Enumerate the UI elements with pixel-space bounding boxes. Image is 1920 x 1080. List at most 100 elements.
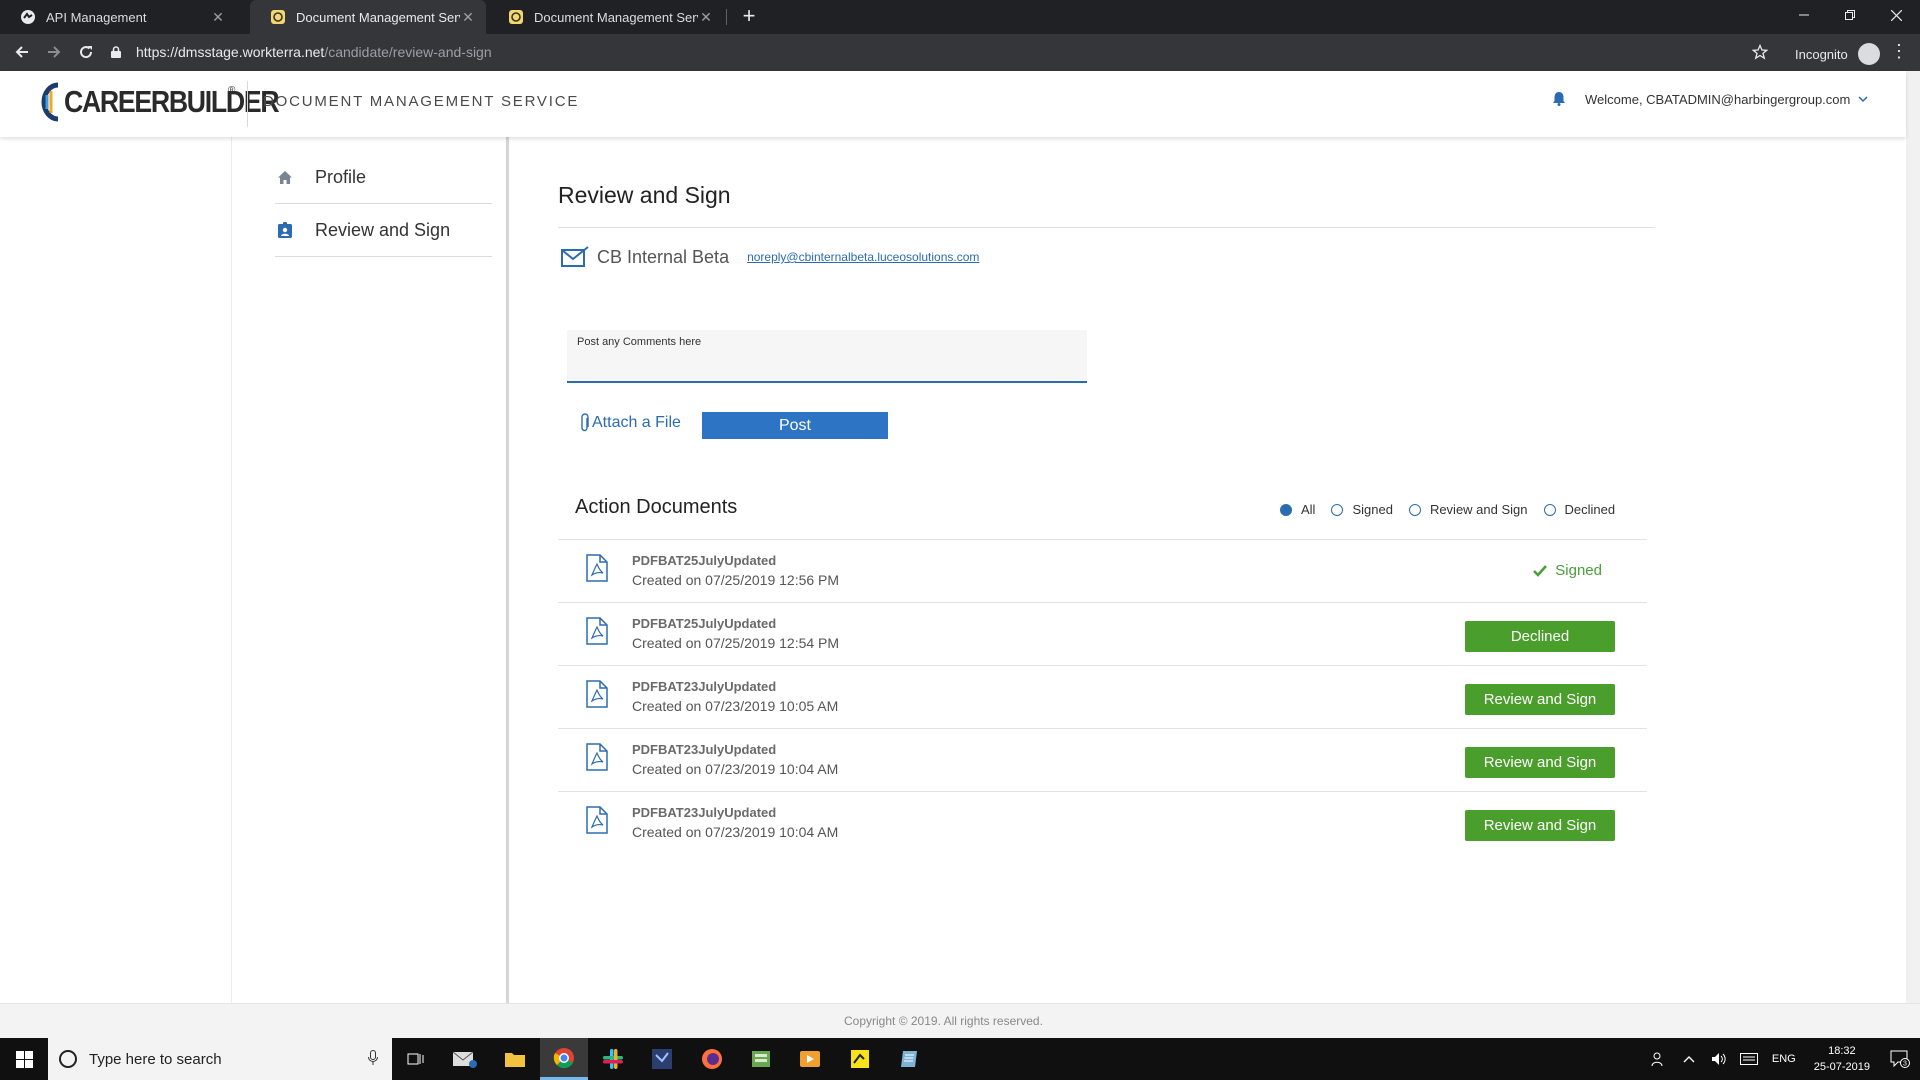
filter-signed-radio[interactable]: Signed: [1331, 502, 1393, 517]
document-name: PDFBAT23JulyUpdated: [632, 742, 777, 757]
comment-field[interactable]: Post any Comments here: [567, 330, 1087, 383]
restore-icon[interactable]: [1827, 0, 1873, 30]
logo-trademark: ®: [228, 85, 236, 96]
list-item[interactable]: PDFBAT23JulyUpdated Created on 07/23/201…: [558, 665, 1647, 728]
browser-tab[interactable]: API Management ✕: [0, 0, 236, 34]
logo-mark-icon: [41, 82, 59, 122]
incognito-indicator[interactable]: Incognito: [1795, 43, 1880, 65]
sidebar-item-review-and-sign[interactable]: Review and Sign: [275, 204, 492, 257]
filter-review-and-sign-radio[interactable]: Review and Sign: [1408, 502, 1528, 517]
review-and-sign-button[interactable]: Review and Sign: [1465, 747, 1615, 778]
list-item[interactable]: PDFBAT25JulyUpdated Created on 07/25/201…: [558, 602, 1647, 665]
comment-input[interactable]: [577, 352, 1077, 378]
action-documents-list: PDFBAT25JulyUpdated Created on 07/25/201…: [558, 539, 1647, 854]
notification-center-icon[interactable]: 3: [1880, 1038, 1920, 1080]
page-scrollbar[interactable]: [1906, 71, 1920, 1003]
forward-icon[interactable]: [42, 40, 66, 64]
file-explorer-icon[interactable]: [491, 1038, 539, 1080]
chevron-down-icon: [1858, 96, 1868, 103]
review-and-sign-button[interactable]: Review and Sign: [1465, 810, 1615, 841]
lock-icon: [111, 46, 121, 58]
filter-label: Review and Sign: [1429, 502, 1528, 517]
filter-all-radio[interactable]: All: [1280, 502, 1315, 517]
sender-name: CB Internal Beta: [597, 246, 730, 267]
review-and-sign-button[interactable]: Review and Sign: [1465, 684, 1615, 715]
comment-label: Post any Comments here: [577, 336, 702, 348]
microphone-icon[interactable]: [368, 1050, 378, 1066]
sender-info: CB Internal Beta noreply@cbinternalbeta.…: [561, 246, 979, 268]
page-title: Review and Sign: [558, 182, 731, 208]
slack-app-icon[interactable]: [589, 1038, 637, 1080]
filter-declined-radio[interactable]: Declined: [1543, 502, 1616, 517]
media-player-icon[interactable]: [786, 1038, 834, 1080]
sticky-notes-icon[interactable]: [836, 1038, 884, 1080]
tab-title: Document Management Service: [296, 9, 460, 25]
favicon-icon: [271, 10, 285, 24]
post-button[interactable]: Post: [702, 412, 888, 439]
windows-taskbar: Type here to search ENG 18:32 25-07-2019…: [0, 1038, 1920, 1080]
clock-time: 18:32: [1828, 1045, 1856, 1057]
list-item[interactable]: PDFBAT25JulyUpdated Created on 07/25/201…: [558, 539, 1647, 602]
document-name: PDFBAT25JulyUpdated: [632, 616, 777, 631]
page-footer: Copyright © 2019. All rights reserved.: [0, 1003, 1920, 1038]
status-label: Signed: [1555, 562, 1602, 579]
header-divider: [247, 81, 248, 127]
close-icon[interactable]: ✕: [460, 9, 476, 26]
volume-icon[interactable]: [1710, 1050, 1728, 1068]
bookmark-star-icon[interactable]: [1748, 40, 1772, 64]
bell-icon[interactable]: [1552, 91, 1566, 106]
pdf-file-icon: [586, 680, 608, 708]
document-created: Created on 07/23/2019 10:04 AM: [632, 824, 839, 840]
sidebar-left-edge: [231, 137, 232, 1003]
list-item[interactable]: PDFBAT23JulyUpdated Created on 07/23/201…: [558, 728, 1647, 791]
sender-email-link[interactable]: noreply@cbinternalbeta.luceosolutions.co…: [747, 250, 979, 264]
back-icon[interactable]: [10, 40, 34, 64]
document-name: PDFBAT23JulyUpdated: [632, 679, 777, 694]
browser-tab-active[interactable]: Document Management Service ✕: [250, 0, 486, 34]
user-menu[interactable]: Welcome, CBATADMIN@harbingergroup.com: [1585, 92, 1868, 107]
url-bar[interactable]: https://dmsstage.workterra.net/candidate…: [110, 38, 1772, 66]
system-tray: ENG 18:32 25-07-2019 3: [1644, 1038, 1920, 1080]
favicon-icon: [509, 10, 523, 24]
close-icon[interactable]: ✕: [210, 9, 226, 26]
tab-title: API Management: [46, 9, 147, 25]
app-header: CAREERBUILDER ® DOCUMENT MANAGEMENT SERV…: [0, 71, 1906, 137]
check-icon: [1533, 564, 1548, 577]
keyboard-icon[interactable]: [1739, 1050, 1758, 1068]
browser-toolbar: https://dmsstage.workterra.net/candidate…: [0, 34, 1920, 71]
document-name: PDFBAT25JulyUpdated: [632, 553, 777, 568]
mail-app-icon[interactable]: [441, 1038, 489, 1080]
language-indicator[interactable]: ENG: [1772, 1053, 1796, 1065]
close-icon[interactable]: ✕: [698, 9, 714, 26]
browser-tab[interactable]: Document Management Service ✕: [488, 0, 724, 34]
windows-start-icon[interactable]: [0, 1038, 48, 1080]
taskbar-search-input[interactable]: Type here to search: [48, 1038, 392, 1080]
people-icon[interactable]: [1650, 1050, 1668, 1068]
more-menu-icon[interactable]: ⋮: [1890, 42, 1908, 60]
incognito-label: Incognito: [1795, 46, 1848, 62]
firefox-app-icon[interactable]: [688, 1038, 736, 1080]
archive-app-icon[interactable]: [737, 1038, 785, 1080]
task-view-icon[interactable]: [392, 1038, 440, 1080]
pdf-file-icon: [586, 743, 608, 771]
visual-studio-icon[interactable]: [638, 1038, 686, 1080]
filter-label: Declined: [1564, 502, 1616, 517]
title-divider: [558, 227, 1655, 228]
attach-file-label: Attach a File: [592, 414, 681, 431]
list-item[interactable]: PDFBAT23JulyUpdated Created on 07/23/201…: [558, 791, 1647, 854]
new-tab-icon[interactable]: +: [737, 5, 761, 29]
radio-icon: [1280, 503, 1292, 516]
system-clock[interactable]: 18:32 25-07-2019: [1814, 1043, 1870, 1075]
sidebar-item-profile[interactable]: Profile: [275, 151, 492, 204]
browser-tab-bar: API Management ✕ Document Management Ser…: [0, 0, 1920, 34]
chevron-up-icon[interactable]: [1680, 1050, 1698, 1068]
url-path: /candidate/review-and-sign: [324, 44, 492, 60]
welcome-text: Welcome, CBATADMIN@harbingergroup.com: [1585, 92, 1851, 107]
window-close-icon[interactable]: [1873, 0, 1919, 30]
attach-file-link[interactable]: Attach a File: [580, 413, 681, 433]
notepad-app-icon[interactable]: [885, 1038, 933, 1080]
minimize-icon[interactable]: [1781, 0, 1827, 30]
reload-icon[interactable]: [74, 40, 98, 64]
declined-button[interactable]: Declined: [1465, 621, 1615, 652]
chrome-app-icon[interactable]: [540, 1038, 588, 1080]
